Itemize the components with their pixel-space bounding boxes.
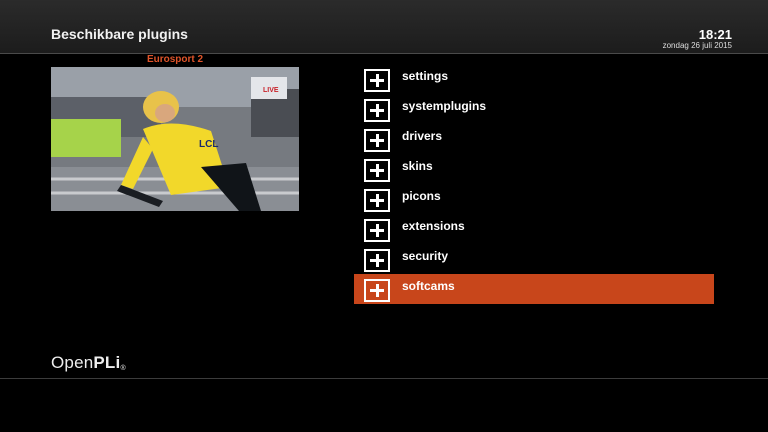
plugin-category-settings[interactable]: settings [354, 64, 714, 94]
header-bar: Beschikbare plugins 18:21 zondag 26 juli… [0, 0, 768, 54]
plugin-category-extensions[interactable]: extensions [354, 214, 714, 244]
plugin-category-label: settings [402, 69, 449, 83]
plugin-category-security[interactable]: security [354, 244, 714, 274]
plus-icon [364, 99, 390, 122]
plus-icon [364, 279, 390, 302]
plus-icon [364, 129, 390, 152]
jersey-text: LCL [199, 139, 218, 150]
plugin-category-drivers[interactable]: drivers [354, 124, 714, 154]
plus-icon [364, 249, 390, 272]
plugin-category-picons[interactable]: picons [354, 184, 714, 214]
plugin-category-label: extensions [402, 219, 465, 233]
footer-divider [0, 378, 768, 379]
plugin-menu: settings systemplugins drivers skins picons e… [354, 64, 714, 304]
live-badge: LIVE [263, 87, 279, 94]
plus-icon [364, 219, 390, 242]
plugin-category-label: skins [402, 159, 433, 173]
clock: 18:21 [698, 27, 732, 42]
plugin-category-systemplugins[interactable]: systemplugins [354, 94, 714, 124]
date: zondag 26 juli 2015 [662, 41, 732, 50]
page-title: Beschikbare plugins [51, 26, 188, 42]
plus-icon [364, 69, 390, 92]
plugin-category-label: security [402, 249, 449, 263]
plugin-category-label: softcams [402, 279, 455, 293]
plugin-category-label: picons [402, 189, 441, 203]
openpli-logo: OpenPLi® [51, 353, 126, 372]
plus-icon [364, 189, 390, 212]
plugin-category-softcams[interactable]: softcams [354, 274, 714, 304]
channel-name: Eurosport 2 [146, 54, 204, 65]
tv-preview: LIVE LCL [51, 67, 299, 211]
plugin-category-skins[interactable]: skins [354, 154, 714, 184]
plus-icon [364, 159, 390, 182]
plugin-category-label: systemplugins [402, 99, 487, 113]
plugin-category-label: drivers [402, 129, 443, 143]
